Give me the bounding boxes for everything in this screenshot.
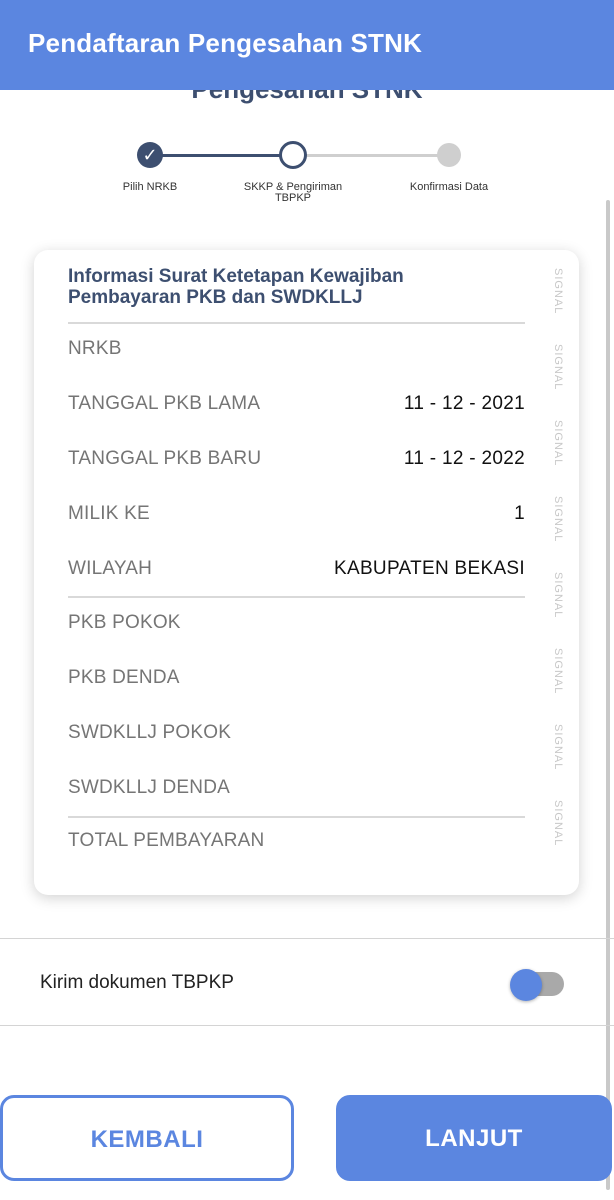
step-2-active-circle — [279, 141, 307, 169]
watermark-text: SIGNAL — [552, 724, 564, 771]
back-button[interactable]: KEMBALI — [0, 1095, 294, 1181]
row-wilayah: WILAYAH KABUPATEN BEKASI — [68, 554, 525, 584]
section-divider-top — [0, 938, 614, 939]
row-swdkllj-pokok: SWDKLLJ POKOK — [68, 718, 525, 748]
row-total-pembayaran: TOTAL PEMBAYARAN — [68, 826, 525, 856]
row-label: PKB POKOK — [68, 612, 181, 633]
step-3-label: Konfirmasi Data — [409, 181, 489, 193]
row-label: SWDKLLJ POKOK — [68, 722, 232, 743]
send-tbpkp-toggle[interactable] — [510, 969, 566, 1001]
watermark-text: SIGNAL — [552, 648, 564, 695]
row-label: WILAYAH — [68, 558, 153, 579]
row-label: PKB DENDA — [68, 667, 180, 688]
card-title: Informasi Surat Ketetapan Kewajiban Pemb… — [68, 266, 404, 308]
row-pkb-denda: PKB DENDA — [68, 663, 525, 693]
card-divider-top — [68, 322, 525, 324]
row-label: SWDKLLJ DENDA — [68, 777, 231, 798]
stepper-line-completed — [150, 154, 293, 157]
row-label: TANGGAL PKB BARU — [68, 448, 262, 469]
step-2-label: SKKP & Pengiriman TBPKP — [243, 181, 343, 204]
row-value: 1 — [514, 503, 525, 524]
step-1-check-icon: ✓ — [137, 142, 163, 168]
row-milik-ke: MILIK KE 1 — [68, 499, 525, 529]
row-label: MILIK KE — [68, 503, 150, 524]
row-tanggal-pkb-baru: TANGGAL PKB BARU 11 - 12 - 2022 — [68, 444, 525, 474]
toggle-knob — [510, 969, 542, 1001]
watermark-text: SIGNAL — [552, 496, 564, 543]
card-divider-middle — [68, 596, 525, 598]
row-swdkllj-denda: SWDKLLJ DENDA — [68, 773, 525, 803]
app-header: Pendaftaran Pengesahan STNK — [0, 0, 614, 90]
watermark-text: SIGNAL — [552, 420, 564, 467]
watermark-text: SIGNAL — [552, 800, 564, 847]
stepper-line-pending — [293, 154, 449, 157]
row-label: NRKB — [68, 338, 122, 359]
header-title: Pendaftaran Pengesahan STNK — [28, 28, 423, 58]
watermark-text: SIGNAL — [552, 572, 564, 619]
watermark-text: SIGNAL — [552, 268, 564, 315]
row-value: KABUPATEN BEKASI — [334, 558, 525, 579]
card-divider-bottom — [68, 816, 525, 818]
watermark-text: SIGNAL — [552, 344, 564, 391]
step-1-label: Pilih NRKB — [122, 181, 178, 193]
section-divider-bottom — [0, 1025, 614, 1026]
row-pkb-pokok: PKB POKOK — [68, 608, 525, 638]
row-nrkb: NRKB — [68, 334, 525, 364]
step-3-pending-circle — [437, 143, 461, 167]
scrollbar[interactable] — [606, 200, 610, 1190]
row-value: 11 - 12 - 2022 — [403, 448, 525, 469]
next-button[interactable]: LANJUT — [336, 1095, 612, 1181]
row-label: TOTAL PEMBAYARAN — [68, 830, 265, 851]
row-tanggal-pkb-lama: TANGGAL PKB LAMA 11 - 12 - 2021 — [68, 389, 525, 419]
send-tbpkp-label: Kirim dokumen TBPKP — [40, 972, 234, 993]
skkp-info-card: Informasi Surat Ketetapan Kewajiban Pemb… — [34, 250, 579, 895]
row-label: TANGGAL PKB LAMA — [68, 393, 261, 414]
progress-stepper: ✓ Pilih NRKB SKKP & Pengiriman TBPKP Kon… — [0, 130, 614, 220]
row-value: 11 - 12 - 2021 — [403, 393, 525, 414]
